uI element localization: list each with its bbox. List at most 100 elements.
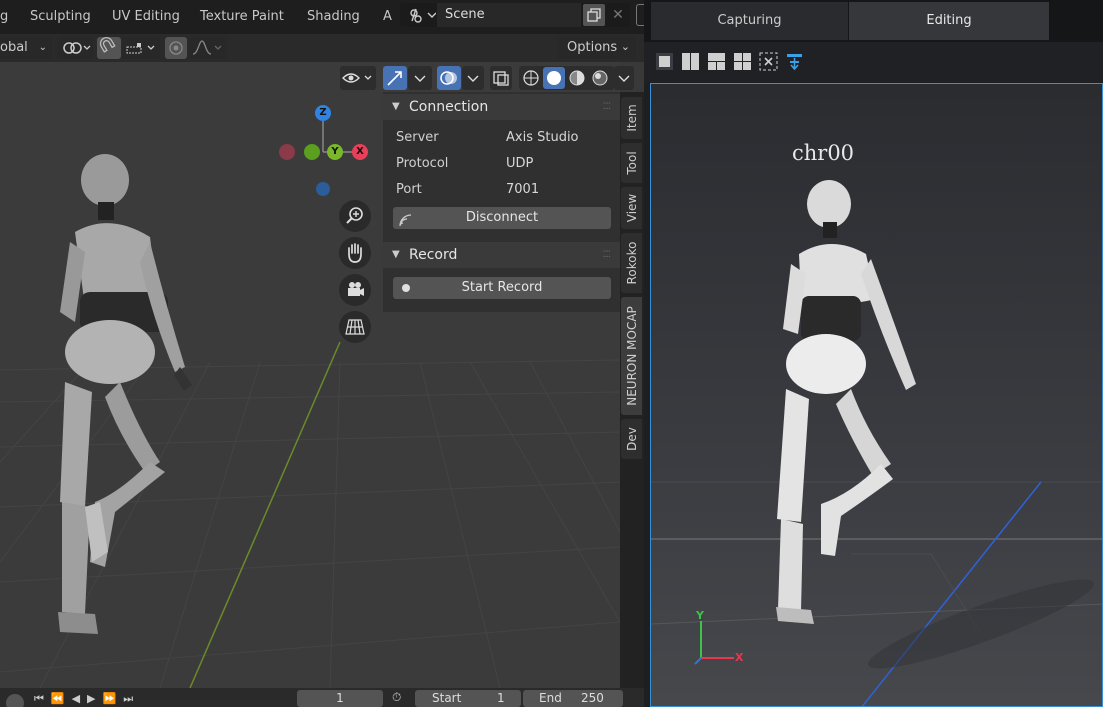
visibility-dropdown[interactable] — [340, 66, 376, 90]
single-view-icon[interactable] — [655, 52, 674, 71]
gizmo-neg-y[interactable] — [304, 144, 320, 160]
gizmo-neg-z[interactable] — [316, 182, 330, 196]
connection-panel-header[interactable]: ▼ Connection ⁚⁚⁚⁚ — [383, 94, 620, 120]
current-frame-field[interactable]: 1 — [297, 690, 383, 707]
options-dropdown[interactable]: Options ⌄ — [558, 37, 636, 59]
magnet-icon — [99, 37, 116, 53]
axis-orientation-gizmo — [694, 621, 734, 665]
zoom-button[interactable] — [339, 200, 371, 232]
start-value: 1 — [497, 691, 505, 705]
tab-label: Dev — [624, 427, 639, 451]
shading-modes — [519, 66, 614, 90]
sidebar-tab-tool[interactable]: Tool — [621, 143, 642, 183]
tab-uv-editing[interactable]: UV Editing — [112, 6, 180, 28]
scene-selector[interactable]: Scene ✕ — [400, 3, 630, 27]
tab-sculpting[interactable]: Sculpting — [30, 6, 91, 28]
protocol-label: Protocol — [396, 156, 449, 171]
start-record-button[interactable]: Start Record — [393, 277, 611, 299]
pan-button[interactable] — [339, 237, 371, 269]
eye-icon — [342, 73, 372, 83]
start-frame-field[interactable]: Start 1 — [415, 690, 521, 707]
focus-icon[interactable] — [759, 52, 778, 71]
gizmo-neg-x[interactable] — [279, 144, 295, 160]
axis-3d-view[interactable]: chr00 Y X — [650, 83, 1103, 707]
sidebar-tab-view[interactable]: View — [621, 187, 642, 229]
shading-dropdown[interactable] — [614, 66, 634, 90]
drag-grip-icon[interactable]: ⁚⁚⁚⁚ — [603, 94, 612, 120]
drag-grip-icon[interactable]: ⁚⁚⁚⁚ — [603, 242, 612, 268]
camera-view-button[interactable] — [339, 274, 371, 306]
gizmo-dropdown[interactable] — [408, 66, 432, 90]
chevron-down-icon: ⌄ — [620, 40, 630, 53]
record-dot-icon — [402, 284, 410, 292]
sidebar-tabs: Item Tool View Rokoko NEURON MOCAP Dev — [620, 92, 644, 688]
two-view-icon[interactable] — [681, 52, 700, 71]
new-scene-button[interactable] — [583, 4, 605, 26]
tab-editing[interactable]: Editing — [849, 2, 1049, 40]
chevron-down-icon — [618, 75, 630, 82]
new-window-icon[interactable] — [636, 4, 644, 26]
port-value: 7001 — [506, 182, 540, 197]
tab-capturing[interactable]: Capturing — [651, 2, 848, 40]
tab-label: NEURON MOCAP — [624, 306, 639, 406]
playback-controls[interactable]: ⏮⏪◀▶⏩⏭ — [34, 692, 174, 707]
tab-label: Item — [624, 104, 639, 132]
gizmo-arrow-icon — [387, 71, 402, 86]
start-label: Start — [432, 691, 462, 705]
gizmo-toggle[interactable] — [383, 66, 407, 90]
sidebar-tab-item[interactable]: Item — [621, 97, 642, 139]
snap-grid-icon — [126, 43, 155, 54]
disconnect-button[interactable]: Disconnect — [393, 207, 611, 229]
pivot-point-dropdown[interactable] — [57, 37, 93, 59]
tool-settings-header: obal ⌄ Options ⌄ — [0, 34, 644, 62]
overlays-dropdown[interactable] — [462, 66, 484, 90]
delete-scene-button[interactable]: ✕ — [608, 4, 628, 26]
proportional-edit-toggle[interactable] — [165, 37, 187, 59]
sidebar-tab-neuron-mocap[interactable]: NEURON MOCAP — [621, 297, 642, 415]
chevron-down-icon: ⌄ — [38, 42, 47, 53]
gizmo-x[interactable]: X — [352, 144, 368, 160]
gizmo-y[interactable]: Y — [327, 144, 343, 160]
axis-x-label: X — [735, 651, 744, 664]
duplicate-icon — [587, 8, 601, 22]
axis-studio-window: Capturing Editing chr00 Y X — [644, 0, 1103, 707]
viewport-header — [330, 64, 640, 92]
four-view-icon[interactable] — [733, 52, 752, 71]
tab-shading[interactable]: Shading — [307, 6, 360, 28]
snap-target-dropdown[interactable] — [122, 37, 160, 59]
wireframe-shading-icon — [523, 70, 539, 86]
proportional-edit-icon — [169, 41, 183, 55]
snap-toggle[interactable] — [97, 37, 121, 59]
layout-toolbar — [644, 42, 1103, 82]
transform-orientation-dropdown[interactable]: obal ⌄ — [0, 37, 52, 59]
sidebar-tab-rokoko[interactable]: Rokoko — [621, 233, 642, 293]
character-label: chr00 — [792, 141, 855, 165]
server-value: Axis Studio — [506, 130, 579, 145]
scene-name-field[interactable]: Scene — [437, 3, 581, 27]
navigation-gizmo[interactable]: Z Y X — [270, 100, 380, 210]
record-toggle[interactable] — [6, 694, 24, 707]
overlays-toggle[interactable] — [437, 66, 461, 90]
chevron-down-icon — [414, 75, 426, 82]
perspective-toggle-button[interactable] — [339, 311, 371, 343]
end-frame-field[interactable]: End 250 — [523, 690, 623, 707]
sidebar-tab-dev[interactable]: Dev — [621, 419, 642, 459]
gizmo-z[interactable]: Z — [315, 105, 331, 121]
tab-texture-paint[interactable]: Texture Paint — [200, 6, 284, 28]
scene-icon[interactable] — [408, 5, 437, 25]
disconnect-label: Disconnect — [465, 210, 539, 225]
tab-layout-partial[interactable]: g — [0, 6, 8, 28]
end-label: End — [539, 691, 562, 705]
record-panel-header[interactable]: ▼ Record ⁚⁚⁚⁚ — [383, 242, 620, 268]
xray-toggle[interactable] — [490, 66, 512, 90]
proportional-falloff-dropdown[interactable] — [190, 37, 226, 59]
hand-icon — [348, 243, 362, 263]
tab-animation-partial[interactable]: A — [383, 6, 392, 28]
three-view-icon[interactable] — [707, 52, 726, 71]
rendered-shading-icon — [592, 70, 608, 86]
align-icon[interactable] — [785, 52, 804, 71]
chevron-down-icon — [467, 75, 479, 82]
triangle-down-icon: ▼ — [392, 101, 400, 112]
stopwatch-icon[interactable]: ⏱ — [392, 690, 412, 707]
y-axis-line — [189, 341, 341, 688]
